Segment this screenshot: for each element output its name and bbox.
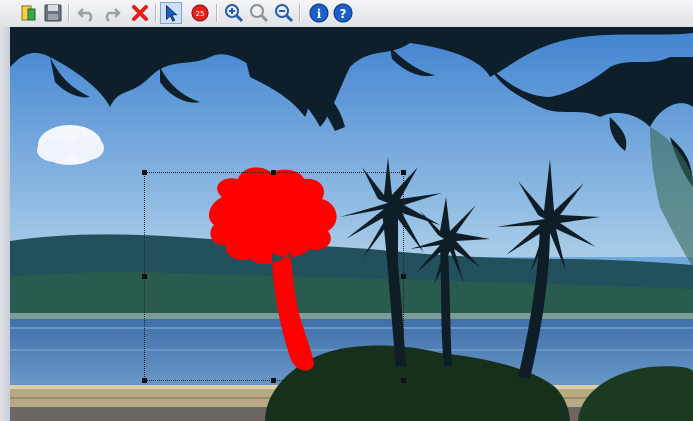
- info-button[interactable]: i: [308, 2, 330, 24]
- delete-button[interactable]: [129, 2, 151, 24]
- save-button[interactable]: [42, 2, 64, 24]
- zoom-in-icon: [225, 4, 244, 23]
- toolbar-separator: [299, 4, 301, 22]
- open-button[interactable]: [18, 2, 40, 24]
- svg-text:25: 25: [196, 10, 205, 18]
- toolbar-separator: [68, 4, 70, 22]
- resize-handle-bottom[interactable]: [271, 378, 276, 383]
- zoom-fit-icon: [250, 4, 269, 23]
- select-tool-button[interactable]: [160, 2, 182, 24]
- redo-button[interactable]: [100, 2, 122, 24]
- red-stamp-icon: 25: [191, 4, 209, 22]
- undo-arrow-icon: [77, 8, 93, 22]
- toolbar-separator: [216, 4, 218, 22]
- help-icon: ?: [333, 3, 353, 23]
- cursor-arrow-icon: [166, 4, 178, 22]
- undo-button[interactable]: [76, 2, 98, 24]
- resize-handle-left[interactable]: [142, 274, 147, 279]
- resize-handle-bottom-right[interactable]: [401, 378, 406, 383]
- resize-handle-top-right[interactable]: [401, 170, 406, 175]
- red-x-icon: [132, 5, 148, 21]
- zoom-in-button[interactable]: [223, 2, 245, 24]
- resize-handle-right[interactable]: [401, 274, 406, 279]
- svg-text:i: i: [317, 7, 322, 21]
- zoom-out-icon: [275, 4, 294, 23]
- selection-rectangle[interactable]: [142, 170, 406, 383]
- stamp-tool-button[interactable]: 25: [189, 2, 211, 24]
- resize-handle-bottom-left[interactable]: [142, 378, 147, 383]
- resize-handle-top[interactable]: [271, 170, 276, 175]
- floppy-disk-icon: [44, 4, 62, 22]
- zoom-fit-button[interactable]: [248, 2, 270, 24]
- toolbar: 25 i ?: [0, 0, 693, 28]
- resize-handle-top-left[interactable]: [142, 170, 147, 175]
- open-folder-icon: [21, 5, 36, 21]
- zoom-out-button[interactable]: [273, 2, 295, 24]
- image-canvas[interactable]: [10, 27, 693, 421]
- svg-text:?: ?: [340, 7, 347, 21]
- toolbar-separator: [155, 4, 157, 22]
- info-icon: i: [309, 3, 329, 23]
- redo-arrow-icon: [105, 8, 121, 22]
- help-button[interactable]: ?: [332, 2, 354, 24]
